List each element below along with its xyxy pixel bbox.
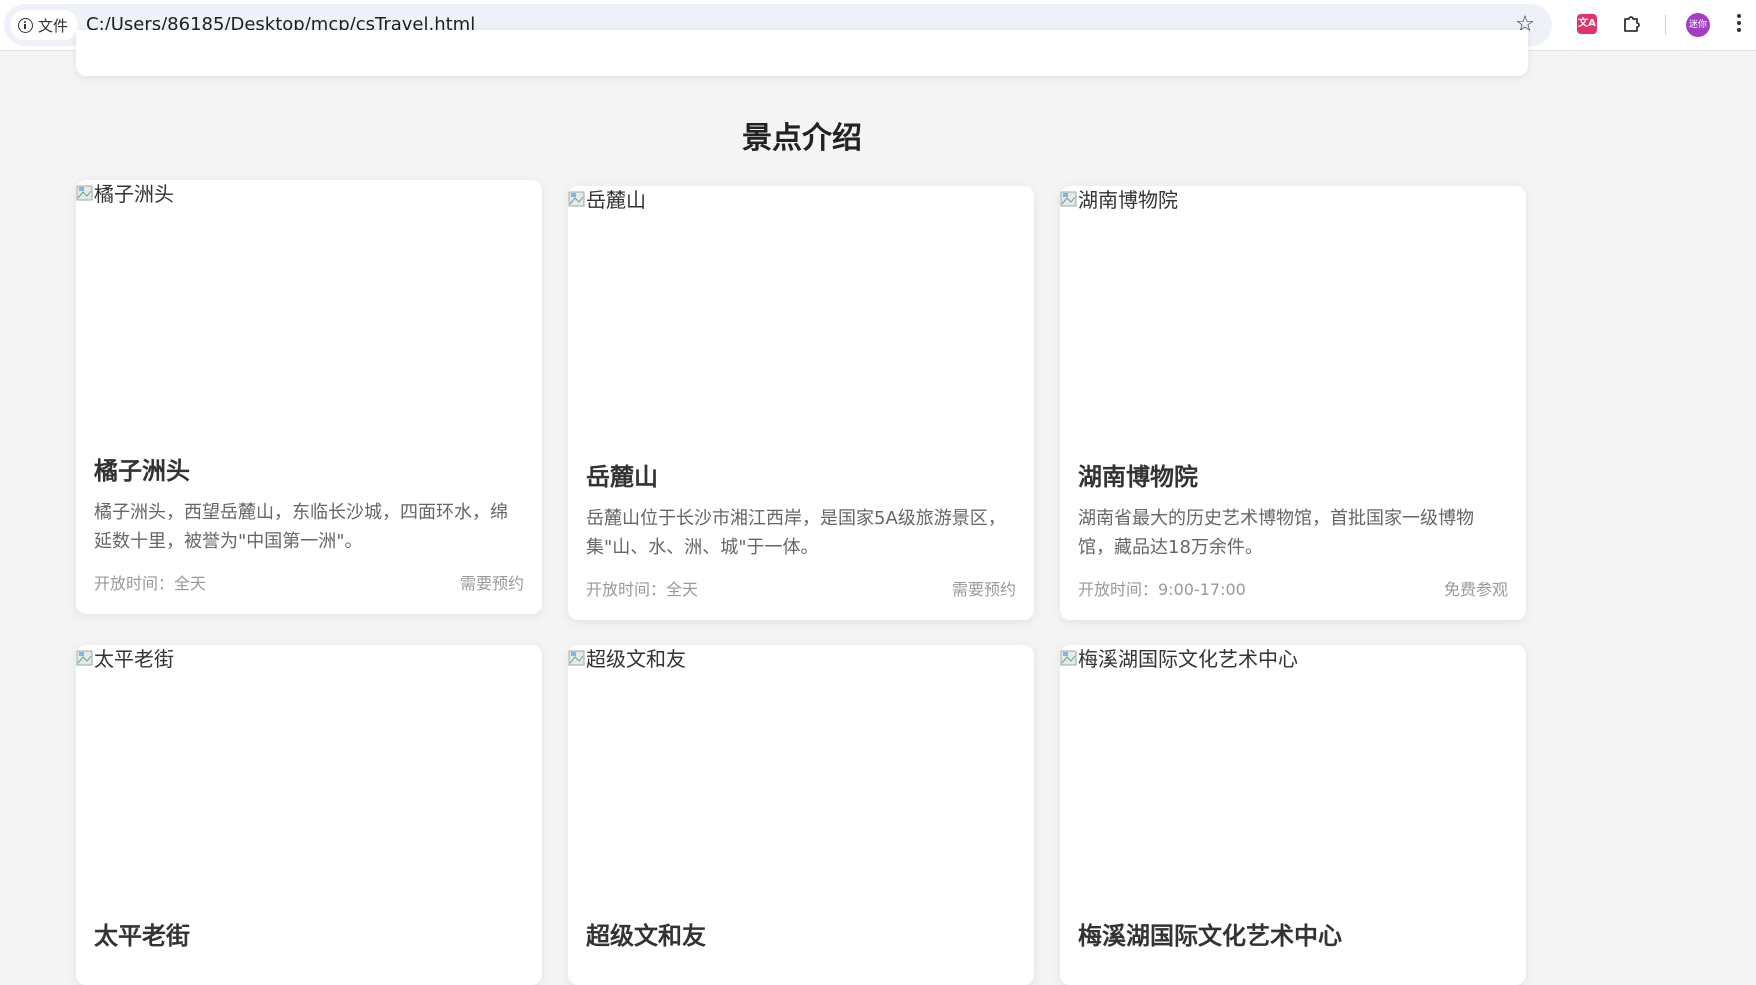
previous-section-card — [76, 30, 1528, 76]
image-alt-text: 梅溪湖国际文化艺术中心 — [1060, 645, 1298, 673]
opening-hours: 开放时间：9:00-17:00 — [1078, 580, 1246, 599]
page-scrollbar[interactable] — [1750, 51, 1756, 967]
broken-image-icon — [76, 650, 93, 666]
attraction-footer: 开放时间：9:00-17:00 免费参观 — [1078, 576, 1508, 600]
image-alt-text: 橘子洲头 — [76, 180, 174, 208]
extensions-puzzle-icon[interactable] — [1621, 12, 1643, 34]
attraction-card[interactable]: 湖南博物院 湖南博物院 湖南省最大的历史艺术博物馆，首批国家一级博物馆，藏品达1… — [1060, 186, 1526, 620]
attraction-name: 梅溪湖国际文化艺术中心 — [1078, 922, 1342, 950]
attraction-card[interactable]: 太平老街 太平老街 — [76, 645, 542, 985]
toolbar-divider — [1665, 15, 1666, 35]
opening-hours: 开放时间：全天 — [94, 574, 207, 593]
attraction-name: 岳麓山 — [586, 463, 658, 491]
attraction-image: 梅溪湖国际文化艺术中心 — [1060, 645, 1526, 895]
attraction-footer: 开放时间：全天 需要预约 — [94, 570, 524, 594]
image-alt-text: 湖南博物院 — [1060, 186, 1178, 214]
attraction-card[interactable]: 超级文和友 超级文和友 — [568, 645, 1034, 985]
attraction-card[interactable]: 梅溪湖国际文化艺术中心 梅溪湖国际文化艺术中心 — [1060, 645, 1526, 985]
profile-avatar[interactable]: 迷你 — [1686, 13, 1710, 37]
broken-image-icon — [76, 185, 93, 201]
section-title: 景点介绍 — [742, 121, 862, 156]
attraction-name: 橘子洲头 — [94, 457, 190, 485]
attraction-description: 岳麓山位于长沙市湘江西岸，是国家5A级旅游景区，集"山、水、洲、城"于一体。 — [586, 508, 1006, 558]
attraction-image: 橘子洲头 — [76, 180, 542, 430]
attraction-description: 湖南省最大的历史艺术博物馆，首批国家一级博物馆，藏品达18万余件。 — [1078, 508, 1474, 558]
attraction-image: 超级文和友 — [568, 645, 1034, 895]
attraction-footer: 开放时间：全天 需要预约 — [586, 576, 1016, 600]
broken-image-icon — [568, 191, 585, 207]
attraction-image: 岳麓山 — [568, 186, 1034, 436]
attraction-name: 湖南博物院 — [1078, 463, 1198, 491]
more-menu-icon[interactable] — [1736, 14, 1742, 36]
attraction-image: 湖南博物院 — [1060, 186, 1526, 436]
attraction-name: 超级文和友 — [586, 922, 706, 950]
broken-image-icon — [568, 650, 585, 666]
broken-image-icon — [1060, 191, 1077, 207]
attraction-note: 需要预约 — [459, 574, 524, 593]
attraction-note: 免费参观 — [1443, 580, 1508, 599]
attraction-description: 橘子洲头，西望岳麓山，东临长沙城，四面环水，绵延数十里，被誉为"中国第一洲"。 — [94, 502, 508, 552]
attraction-image: 太平老街 — [76, 645, 542, 895]
attraction-card[interactable]: 岳麓山 岳麓山 岳麓山位于长沙市湘江西岸，是国家5A级旅游景区，集"山、水、洲、… — [568, 186, 1034, 620]
info-icon — [18, 17, 33, 33]
image-alt-text: 超级文和友 — [568, 645, 686, 673]
site-info-button[interactable]: 文件 — [10, 10, 79, 40]
site-info-label: 文件 — [38, 16, 69, 35]
broken-image-icon — [1060, 650, 1077, 666]
opening-hours: 开放时间：全天 — [586, 580, 699, 599]
attraction-note: 需要预约 — [951, 580, 1016, 599]
image-alt-text: 太平老街 — [76, 645, 174, 673]
attraction-name: 太平老街 — [94, 922, 190, 950]
attraction-card[interactable]: 橘子洲头 橘子洲头 橘子洲头，西望岳麓山，东临长沙城，四面环水，绵延数十里，被誉… — [76, 180, 542, 614]
image-alt-text: 岳麓山 — [568, 186, 646, 214]
translate-icon[interactable]: 文A — [1577, 14, 1597, 34]
